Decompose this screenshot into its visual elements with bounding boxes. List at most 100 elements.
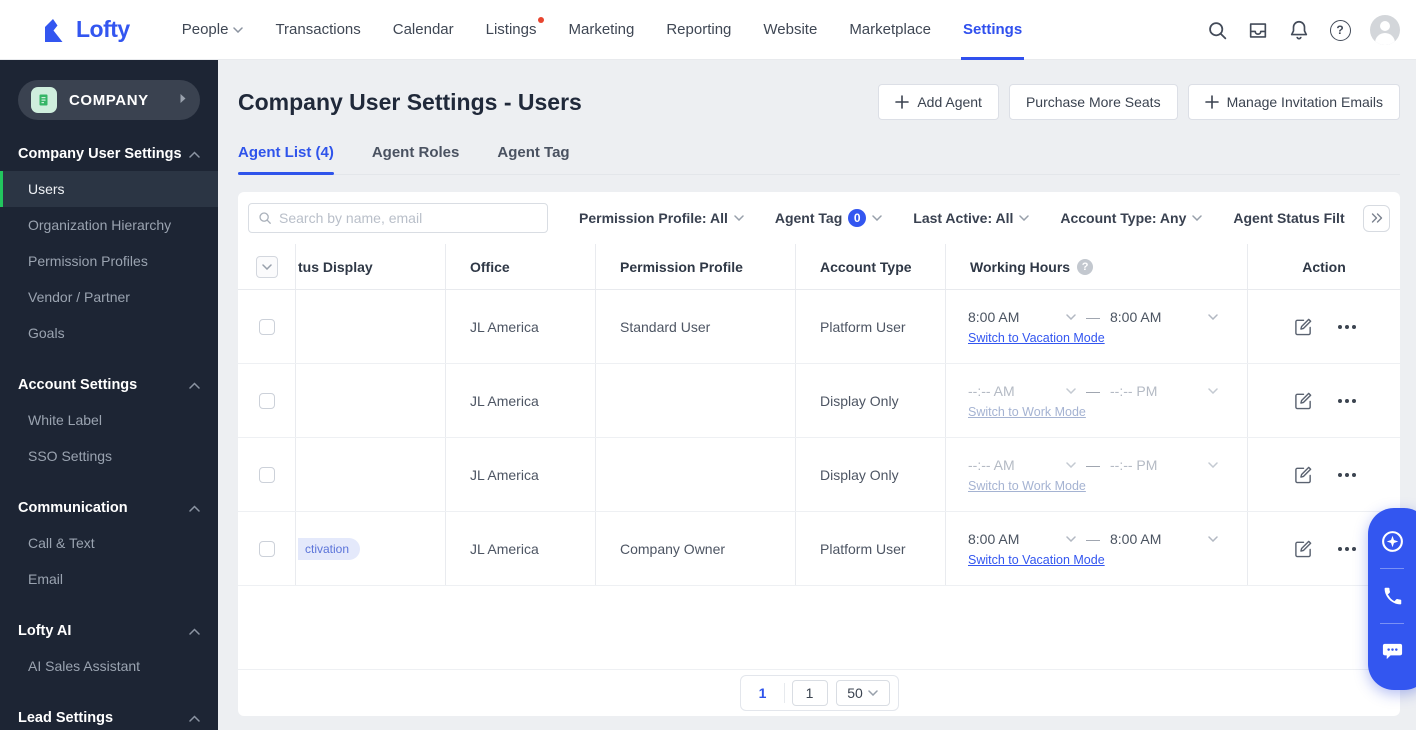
switch-mode-link[interactable]: Switch to Work Mode bbox=[968, 479, 1086, 493]
switch-mode-link[interactable]: Switch to Vacation Mode bbox=[968, 553, 1105, 567]
office-cell: JL America bbox=[445, 438, 595, 511]
row-checkbox[interactable] bbox=[258, 540, 275, 557]
sidebar-item-call-text[interactable]: Call & Text bbox=[0, 525, 218, 561]
chevron-up-icon bbox=[189, 381, 200, 389]
column-office: Office bbox=[445, 244, 595, 289]
section-lofty-ai[interactable]: Lofty AI bbox=[0, 623, 218, 639]
search-input[interactable] bbox=[279, 210, 538, 226]
section-company-user-settings[interactable]: Company User Settings bbox=[0, 146, 218, 162]
nav-reporting[interactable]: Reporting bbox=[650, 0, 747, 60]
company-selector[interactable]: COMPANY bbox=[18, 80, 200, 120]
nav-settings[interactable]: Settings bbox=[947, 0, 1038, 60]
add-agent-button[interactable]: Add Agent bbox=[878, 84, 999, 120]
chat-icon[interactable] bbox=[1368, 628, 1416, 674]
last-active-filter[interactable]: Last Active: All bbox=[913, 210, 1030, 226]
nav-calendar[interactable]: Calendar bbox=[377, 0, 470, 60]
chevron-down-icon bbox=[1192, 215, 1203, 221]
sidebar-item-goals[interactable]: Goals bbox=[0, 315, 218, 351]
switch-mode-link[interactable]: Switch to Work Mode bbox=[968, 405, 1086, 419]
agent-tag-filter[interactable]: Agent Tag 0 bbox=[775, 209, 883, 227]
row-checkbox[interactable] bbox=[258, 392, 275, 409]
more-actions-icon[interactable] bbox=[1338, 324, 1356, 329]
lofty-logo[interactable]: Lofty bbox=[40, 16, 130, 44]
nav-marketplace[interactable]: Marketplace bbox=[833, 0, 947, 60]
sidebar-item-email[interactable]: Email bbox=[0, 561, 218, 597]
notification-dot bbox=[538, 16, 545, 23]
divider bbox=[1380, 568, 1404, 569]
page-size-select[interactable]: 50 bbox=[835, 680, 890, 706]
row-checkbox[interactable] bbox=[258, 318, 275, 335]
agent-status-filter[interactable]: Agent Status Filt bbox=[1233, 210, 1344, 226]
main-nav: People Transactions Calendar Listings Ma… bbox=[166, 0, 1038, 60]
help-icon[interactable]: ? bbox=[1329, 19, 1351, 41]
more-actions-icon[interactable] bbox=[1338, 472, 1356, 477]
select-all-checkbox[interactable] bbox=[255, 255, 278, 278]
working-hours-cell: 8:00 AM — 8:00 AM Switch to Vacation Mod… bbox=[945, 512, 1247, 585]
tab-agent-tag[interactable]: Agent Tag bbox=[497, 144, 569, 174]
agents-table: tus Display Office Permission Profile Ac… bbox=[238, 244, 1400, 586]
user-avatar[interactable] bbox=[1370, 15, 1400, 45]
expand-filters-button[interactable] bbox=[1363, 204, 1390, 232]
sidebar-item-users[interactable]: Users bbox=[0, 171, 218, 207]
start-time-select[interactable]: --:-- AM bbox=[968, 457, 1076, 473]
account-type-filter[interactable]: Account Type: Any bbox=[1060, 210, 1203, 226]
sidebar-item-ai-sales-assistant[interactable]: AI Sales Assistant bbox=[0, 648, 218, 684]
table-row: JL America Display Only --:-- AM — --:--… bbox=[238, 438, 1400, 512]
status-cell bbox=[295, 364, 445, 437]
end-time-select[interactable]: --:-- PM bbox=[1110, 383, 1218, 399]
nav-listings[interactable]: Listings bbox=[470, 0, 553, 60]
start-time-select[interactable]: 8:00 AM bbox=[968, 531, 1076, 547]
tab-agent-list[interactable]: Agent List (4) bbox=[238, 144, 334, 175]
more-actions-icon[interactable] bbox=[1338, 398, 1356, 403]
search-icon[interactable] bbox=[1206, 19, 1228, 41]
section-communication[interactable]: Communication bbox=[0, 500, 218, 516]
nav-utility-icons: ? bbox=[1206, 0, 1400, 60]
search-box[interactable] bbox=[248, 203, 548, 233]
section-lead-settings[interactable]: Lead Settings bbox=[0, 710, 218, 726]
edit-icon[interactable] bbox=[1292, 390, 1314, 412]
nav-marketing[interactable]: Marketing bbox=[552, 0, 650, 60]
edit-icon[interactable] bbox=[1292, 464, 1314, 486]
phone-icon[interactable] bbox=[1368, 573, 1416, 619]
manage-invitation-emails-button[interactable]: Manage Invitation Emails bbox=[1187, 84, 1400, 120]
permission-profile-filter[interactable]: Permission Profile: All bbox=[579, 210, 744, 226]
permission-cell bbox=[595, 364, 795, 437]
start-time-select[interactable]: --:-- AM bbox=[968, 383, 1076, 399]
end-time-select[interactable]: --:-- PM bbox=[1110, 457, 1218, 473]
row-checkbox[interactable] bbox=[258, 466, 275, 483]
working-hours-cell: --:-- AM — --:-- PM Switch to Work Mode bbox=[945, 364, 1247, 437]
sidebar-item-vendor-partner[interactable]: Vendor / Partner bbox=[0, 279, 218, 315]
search-icon bbox=[259, 212, 271, 224]
tab-agent-roles[interactable]: Agent Roles bbox=[372, 144, 460, 174]
section-account-settings[interactable]: Account Settings bbox=[0, 377, 218, 393]
page-jump-input[interactable] bbox=[791, 680, 828, 706]
sidebar-item-organization-hierarchy[interactable]: Organization Hierarchy bbox=[0, 207, 218, 243]
switch-mode-link[interactable]: Switch to Vacation Mode bbox=[968, 331, 1105, 345]
column-action: Action bbox=[1247, 244, 1400, 289]
end-time-select[interactable]: 8:00 AM bbox=[1110, 531, 1218, 547]
sidebar-item-sso-settings[interactable]: SSO Settings bbox=[0, 438, 218, 474]
table-row: JL America Standard User Platform User 8… bbox=[238, 290, 1400, 364]
chevron-down-icon bbox=[1066, 387, 1076, 394]
account-type-cell: Display Only bbox=[795, 438, 945, 511]
ai-assistant-icon[interactable] bbox=[1368, 518, 1416, 564]
nav-website[interactable]: Website bbox=[747, 0, 833, 60]
edit-icon[interactable] bbox=[1292, 538, 1314, 560]
sidebar-item-white-label[interactable]: White Label bbox=[0, 402, 218, 438]
pagination-bar: 1 50 bbox=[238, 669, 1400, 716]
more-actions-icon[interactable] bbox=[1338, 546, 1356, 551]
nav-transactions[interactable]: Transactions bbox=[259, 0, 376, 60]
working-hours-help-icon[interactable]: ? bbox=[1077, 258, 1094, 275]
purchase-more-seats-button[interactable]: Purchase More Seats bbox=[1008, 84, 1178, 120]
sidebar-item-permission-profiles[interactable]: Permission Profiles bbox=[0, 243, 218, 279]
inbox-icon[interactable] bbox=[1247, 19, 1269, 41]
company-doc-icon bbox=[31, 87, 57, 113]
end-time-select[interactable]: 8:00 AM bbox=[1110, 309, 1218, 325]
main-content: Company User Settings - Users Add Agent … bbox=[218, 60, 1416, 730]
edit-icon[interactable] bbox=[1292, 316, 1314, 338]
notifications-bell-icon[interactable] bbox=[1288, 19, 1310, 41]
page-1-button[interactable]: 1 bbox=[749, 685, 777, 701]
start-time-select[interactable]: 8:00 AM bbox=[968, 309, 1076, 325]
chevron-down-icon bbox=[1208, 387, 1218, 394]
nav-people[interactable]: People bbox=[166, 0, 260, 60]
